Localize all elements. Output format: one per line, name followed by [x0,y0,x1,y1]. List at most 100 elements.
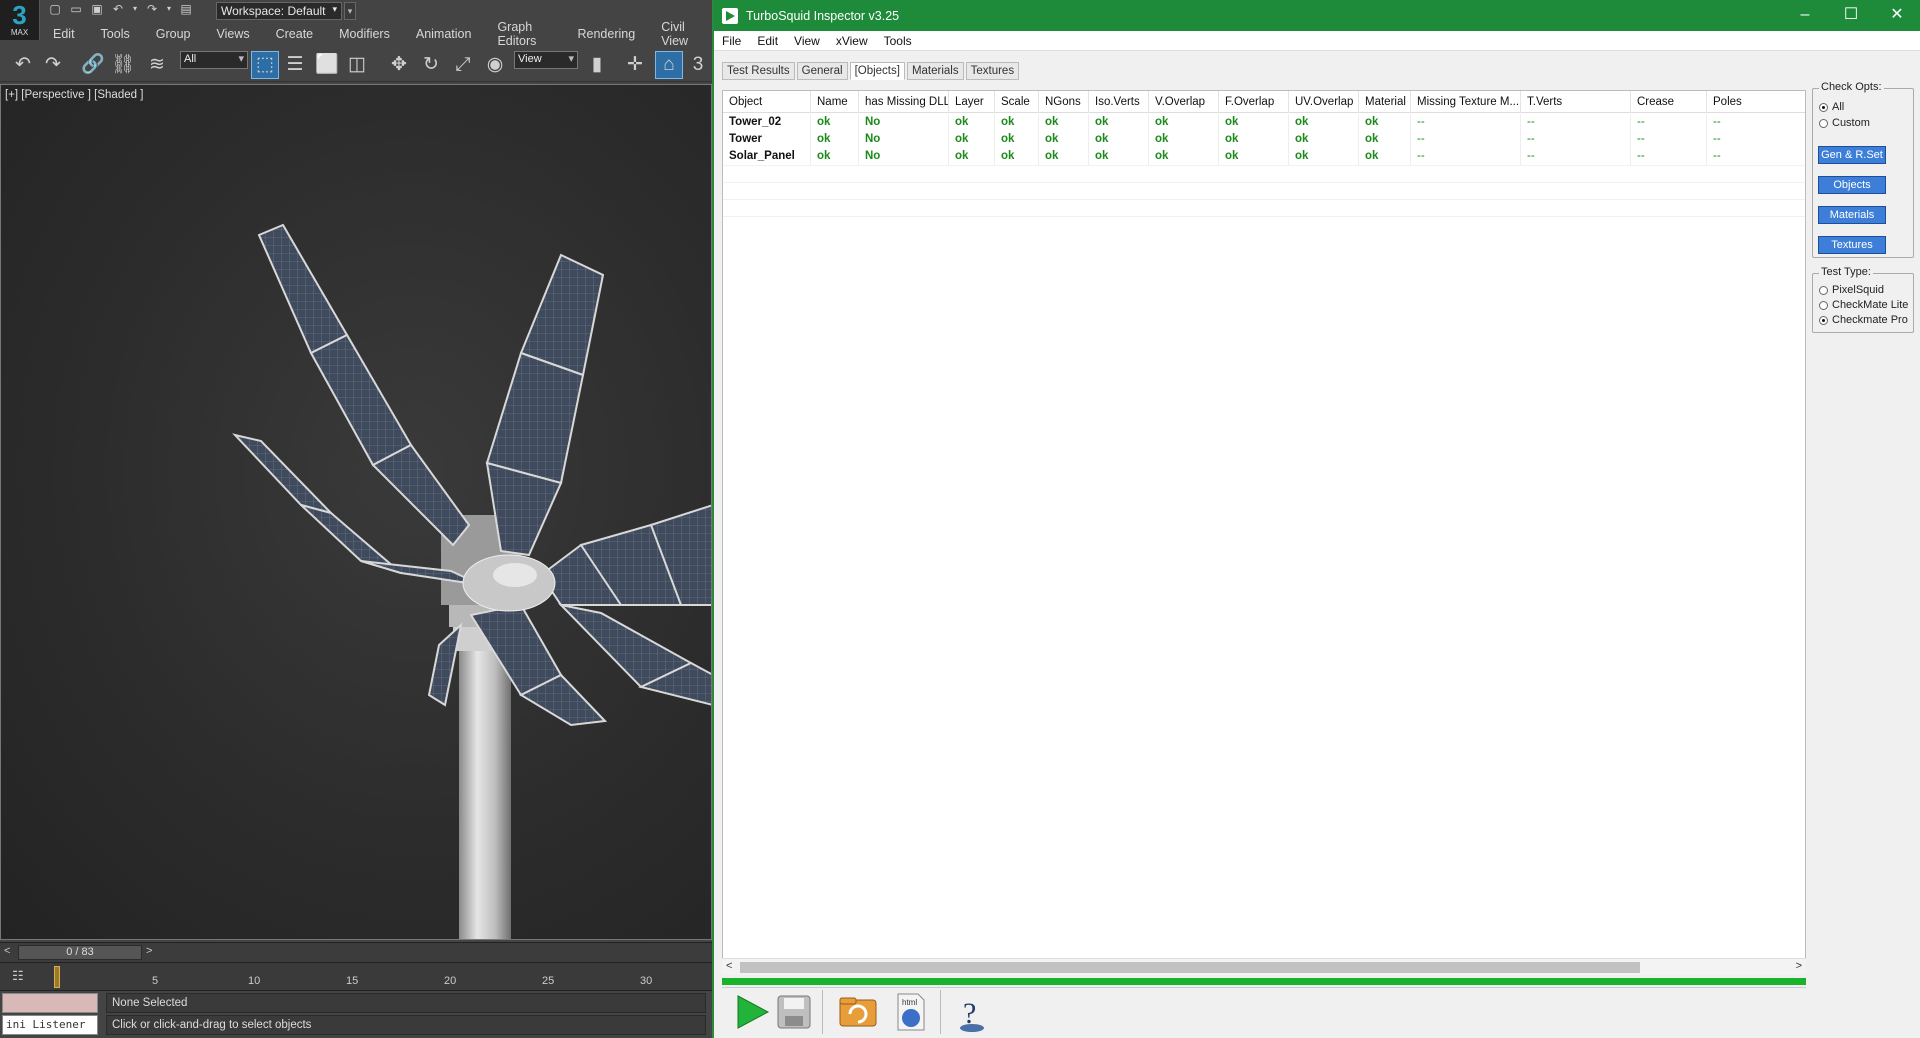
max-app-button[interactable]: 3 MAX [0,0,40,40]
run-play-icon[interactable] [730,990,774,1034]
close-icon[interactable]: ✕ [1874,0,1920,31]
tab-objects[interactable]: [Objects] [849,62,905,80]
frame-next-button[interactable]: > [146,945,152,957]
help-icon[interactable]: ? [950,990,994,1034]
menu-rendering[interactable]: Rendering [565,27,649,41]
table-row[interactable]: Tower_02 ok No ok ok ok ok ok ok ok ok -… [723,114,1805,131]
time-slider[interactable]: < 0 / 83 > [0,942,712,962]
tab-materials[interactable]: Materials [906,62,964,80]
minimize-icon[interactable]: – [1782,0,1828,31]
scroll-right-icon[interactable]: > [1796,960,1802,972]
column-header[interactable]: T.Verts [1521,91,1631,113]
curve-editor-icon[interactable]: ☷ [12,968,30,984]
scrollbar-thumb[interactable] [740,962,1640,973]
rect-selection-icon[interactable]: ⬜ [314,52,340,78]
maxscript-listener-pink[interactable] [2,993,98,1013]
frame-counter[interactable]: 0 / 83 [18,945,142,960]
column-header[interactable]: V.Overlap [1149,91,1219,113]
reference-coordinate-dropdown[interactable]: View [514,51,578,69]
column-header[interactable]: Material [1359,91,1411,113]
column-header[interactable]: Scale [995,91,1039,113]
menu-tools[interactable]: Tools [876,34,920,48]
menu-edit[interactable]: Edit [749,34,786,48]
maxscript-listener[interactable]: ini Listener [2,1015,98,1035]
radio-custom[interactable]: Custom [1819,117,1870,129]
column-header[interactable]: NGons [1039,91,1089,113]
frame-prev-button[interactable]: < [4,945,10,957]
menu-graph-editors[interactable]: Graph Editors [484,20,564,48]
column-header[interactable]: Missing Texture M... [1411,91,1521,113]
undo-icon[interactable]: ↶ [10,52,36,78]
workspace-dropdown[interactable]: Workspace: Default ▾ [216,2,342,20]
menu-animation[interactable]: Animation [403,27,485,41]
open-folder-icon[interactable] [836,990,880,1034]
column-header[interactable]: Name [811,91,859,113]
redo-icon[interactable]: ↷ [40,52,66,78]
tab-general[interactable]: General [796,62,848,80]
save-icon[interactable] [772,990,816,1034]
menu-group[interactable]: Group [143,27,204,41]
column-header[interactable]: Layer [949,91,995,113]
open-file-icon[interactable]: ▭ [69,2,83,16]
column-header[interactable]: Object [723,91,811,113]
html-report-icon[interactable]: html [888,990,932,1034]
radio-checkmate-pro[interactable]: Checkmate Pro [1819,314,1908,326]
menu-create[interactable]: Create [263,27,327,41]
column-header[interactable]: UV.Overlap [1289,91,1359,113]
undo-dropdown-icon[interactable]: ▾ [132,2,138,16]
column-header[interactable]: Iso.Verts [1089,91,1149,113]
track-bar[interactable]: ☷ 5 10 15 20 25 30 [0,962,712,990]
project-icon[interactable]: ▤ [179,2,193,16]
textures-button[interactable]: Textures [1818,236,1886,254]
window-crossing-icon[interactable]: ◫ [344,52,370,78]
menu-tools[interactable]: Tools [88,27,143,41]
snap-toggle-icon[interactable]: ⌂ [655,51,683,79]
column-header[interactable]: Poles [1707,91,1805,113]
radio-all[interactable]: All [1819,101,1844,113]
inspector-title-bar[interactable]: TurboSquid Inspector v3.25 – ☐ ✕ [714,0,1920,31]
track-area[interactable]: 5 10 15 20 25 30 [48,963,712,991]
scroll-left-icon[interactable]: < [726,960,732,972]
redo-icon[interactable]: ↷ [145,2,159,16]
gen-rset-button[interactable]: Gen & R.Set [1818,146,1886,164]
rotate-icon[interactable]: ↻ [418,52,444,78]
objects-button[interactable]: Objects [1818,176,1886,194]
menu-view[interactable]: View [786,34,828,48]
keyboard-shortcut-icon[interactable]: ✛ [622,52,648,78]
table-row[interactable]: Tower ok No ok ok ok ok ok ok ok ok -- -… [723,131,1805,148]
horizontal-scrollbar[interactable]: < > [722,958,1806,975]
scale-icon[interactable]: ⤢ [450,52,476,78]
move-icon[interactable]: ✥ [386,52,412,78]
radio-checkmate-lite[interactable]: CheckMate Lite [1819,299,1908,311]
column-header[interactable]: has Missing DLL [859,91,949,113]
menu-civil-view[interactable]: Civil View [648,20,712,48]
selection-filter-dropdown[interactable]: All [180,51,248,69]
table-row[interactable]: Solar_Panel ok No ok ok ok ok ok ok ok o… [723,148,1805,165]
new-file-icon[interactable]: ▢ [48,2,62,16]
place-icon[interactable]: ◉ [482,52,508,78]
menu-views[interactable]: Views [203,27,262,41]
select-object-icon[interactable]: ⬚ [251,51,279,79]
menu-modifiers[interactable]: Modifiers [326,27,403,41]
undo-icon[interactable]: ↶ [111,2,125,16]
maximize-icon[interactable]: ☐ [1828,0,1874,31]
link-icon[interactable]: 🔗 [80,52,106,78]
menu-edit[interactable]: Edit [40,27,88,41]
workspace-menu-icon[interactable]: ▾ [344,2,356,20]
unlink-icon[interactable]: ⛓ [110,52,136,78]
select-by-name-icon[interactable]: ☰ [282,52,308,78]
time-cursor[interactable] [54,966,60,988]
radio-pixelsquid[interactable]: PixelSquid [1819,284,1884,296]
save-icon[interactable]: ▣ [90,2,104,16]
perspective-viewport[interactable]: [+] [Perspective ] [Shaded ] [0,84,712,940]
column-header[interactable]: Crease [1631,91,1707,113]
redo-dropdown-icon[interactable]: ▾ [166,2,172,16]
bind-space-warp-icon[interactable]: ≋ [144,52,170,78]
menu-xview[interactable]: xView [828,34,876,48]
tab-textures[interactable]: Textures [965,62,1020,80]
snap-3d-icon[interactable]: 3 [688,52,708,78]
materials-button[interactable]: Materials [1818,206,1886,224]
column-header[interactable]: F.Overlap [1219,91,1289,113]
menu-file[interactable]: File [714,34,749,48]
pivot-center-icon[interactable]: ▮ [584,52,610,78]
